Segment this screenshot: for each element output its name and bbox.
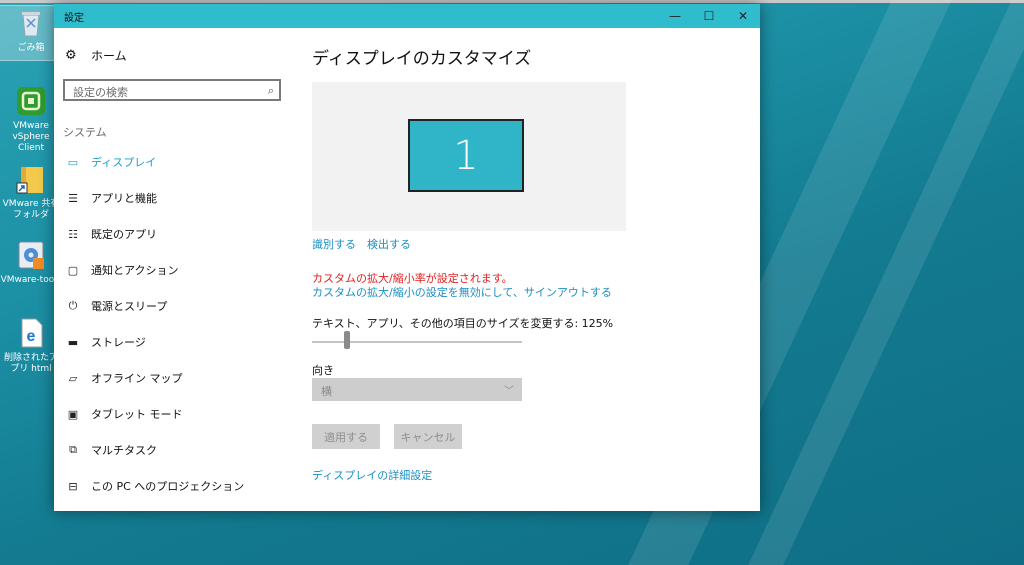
detect-link[interactable]: 検出する [367,236,411,252]
display-preview: 1 [312,82,626,231]
sidebar-item-label: 通知とアクション [91,264,179,277]
sidebar-item-notifications[interactable]: ▢ 通知とアクション [54,258,294,282]
maximize-button[interactable]: ☐ [692,4,726,28]
sidebar-item-label: ディスプレイ [91,156,157,169]
sidebar: ⚙ ホーム 設定の検索 ⌕ システム ▭ ディスプレイ ☰ アプリと機能 ☷ 既… [54,28,294,511]
main-content: ディスプレイのカスタマイズ 1 識別する 検出する カスタムの拡大/縮小率が設定… [312,28,752,511]
desktop-icon-label: VMware 共有フォルダ [2,199,60,220]
multitask-icon: ⧉ [69,443,77,456]
search-input[interactable]: 設定の検索 ⌕ [63,79,281,101]
sidebar-item-label: タブレット モード [91,408,183,421]
sidebar-item-label: この PC へのプロジェクション [91,480,245,493]
sidebar-item-display[interactable]: ▭ ディスプレイ [54,150,294,174]
desktop-icon-label: VMware vSphere Client [12,121,50,153]
monitor-tile[interactable]: 1 [408,119,524,192]
notification-icon: ▢ [67,263,79,277]
sidebar-item-projection[interactable]: ⊟ この PC へのプロジェクション [54,474,294,498]
desktop-icon-html[interactable]: e 削除されたアプリ html [0,316,62,375]
identify-link[interactable]: 識別する [312,236,356,252]
orientation-select[interactable]: 横 ﹀ [312,378,522,401]
recycle-bin-icon [14,6,48,40]
sidebar-item-label: オフライン マップ [91,372,183,385]
sidebar-item-label: アプリと機能 [91,192,157,205]
sidebar-item-label: 既定のアプリ [91,228,157,241]
desktop-icon-label: ごみ箱 [17,43,45,53]
orientation-value: 横 [321,385,332,398]
page-title: ディスプレイのカスタマイズ [312,49,532,69]
edge-html-icon: e [14,316,48,350]
sidebar-home[interactable]: ⚙ ホーム [65,47,127,64]
apply-button[interactable]: 適用する [312,424,380,449]
sidebar-item-tablet-mode[interactable]: ▣ タブレット モード [54,402,294,426]
search-placeholder: 設定の検索 [73,86,128,99]
installer-icon [14,238,48,272]
desktop-icon-vsphere[interactable]: VMware vSphere Client [0,84,62,154]
top-border [0,0,1024,3]
tablet-icon: ▣ [67,407,79,421]
sidebar-item-offline-maps[interactable]: ▱ オフライン マップ [54,366,294,390]
gear-icon: ⚙ [65,48,77,63]
minimize-button[interactable]: — [658,4,692,28]
title-bar[interactable]: 設定 — ☐ ✕ [54,4,760,28]
search-icon: ⌕ [267,84,274,97]
storage-icon: ▬ [67,335,79,349]
sidebar-item-multitask[interactable]: ⧉ マルチタスク [54,438,294,462]
desktop-icon-recycle-bin[interactable]: ごみ箱 [0,5,63,61]
desktop-icon-label: 削除されたアプリ html [3,353,58,374]
sidebar-home-label: ホーム [91,49,127,63]
desktop-icon-vmware-tools[interactable]: VMware-tools [0,238,62,286]
apps-list-icon: ☰ [68,191,78,205]
sidebar-item-label: マルチタスク [91,444,157,457]
sidebar-item-label: 電源とスリープ [91,300,168,313]
scale-slider-thumb[interactable] [344,331,350,349]
vmware-vsphere-icon [14,84,48,118]
disable-custom-scale-link[interactable]: カスタムの拡大/縮小の設定を無効にして、サインアウトする [312,284,612,300]
scale-label: テキスト、アプリ、その他の項目のサイズを変更する: 125% [312,317,614,330]
sidebar-item-apps[interactable]: ☰ アプリと機能 [54,186,294,210]
settings-window: 設定 — ☐ ✕ ⚙ ホーム 設定の検索 ⌕ システム ▭ ディスプレイ ☰ ア… [54,4,760,511]
chevron-down-icon: ﹀ [504,386,514,397]
default-apps-icon: ☷ [68,227,78,241]
projection-icon: ⊟ [68,479,78,493]
cancel-button[interactable]: キャンセル [394,424,462,449]
monitor-icon: ▭ [67,155,79,169]
map-icon: ▱ [68,371,78,385]
shared-folder-shortcut-icon [14,162,48,196]
power-icon: ⏻ [68,299,78,312]
sidebar-item-storage[interactable]: ▬ ストレージ [54,330,294,354]
section-label: システム [63,126,107,139]
desktop-icon-label: VMware-tools [0,275,62,285]
svg-text:e: e [27,328,36,345]
window-title: 設定 [64,13,84,24]
sidebar-item-default-apps[interactable]: ☷ 既定のアプリ [54,222,294,246]
advanced-display-settings-link[interactable]: ディスプレイの詳細設定 [312,467,432,483]
close-button[interactable]: ✕ [726,4,760,28]
sidebar-item-power[interactable]: ⏻ 電源とスリープ [54,294,294,318]
sidebar-item-label: ストレージ [91,336,146,349]
desktop-icon-shared-folder[interactable]: VMware 共有フォルダ [0,162,62,221]
orientation-label: 向き [312,364,334,377]
